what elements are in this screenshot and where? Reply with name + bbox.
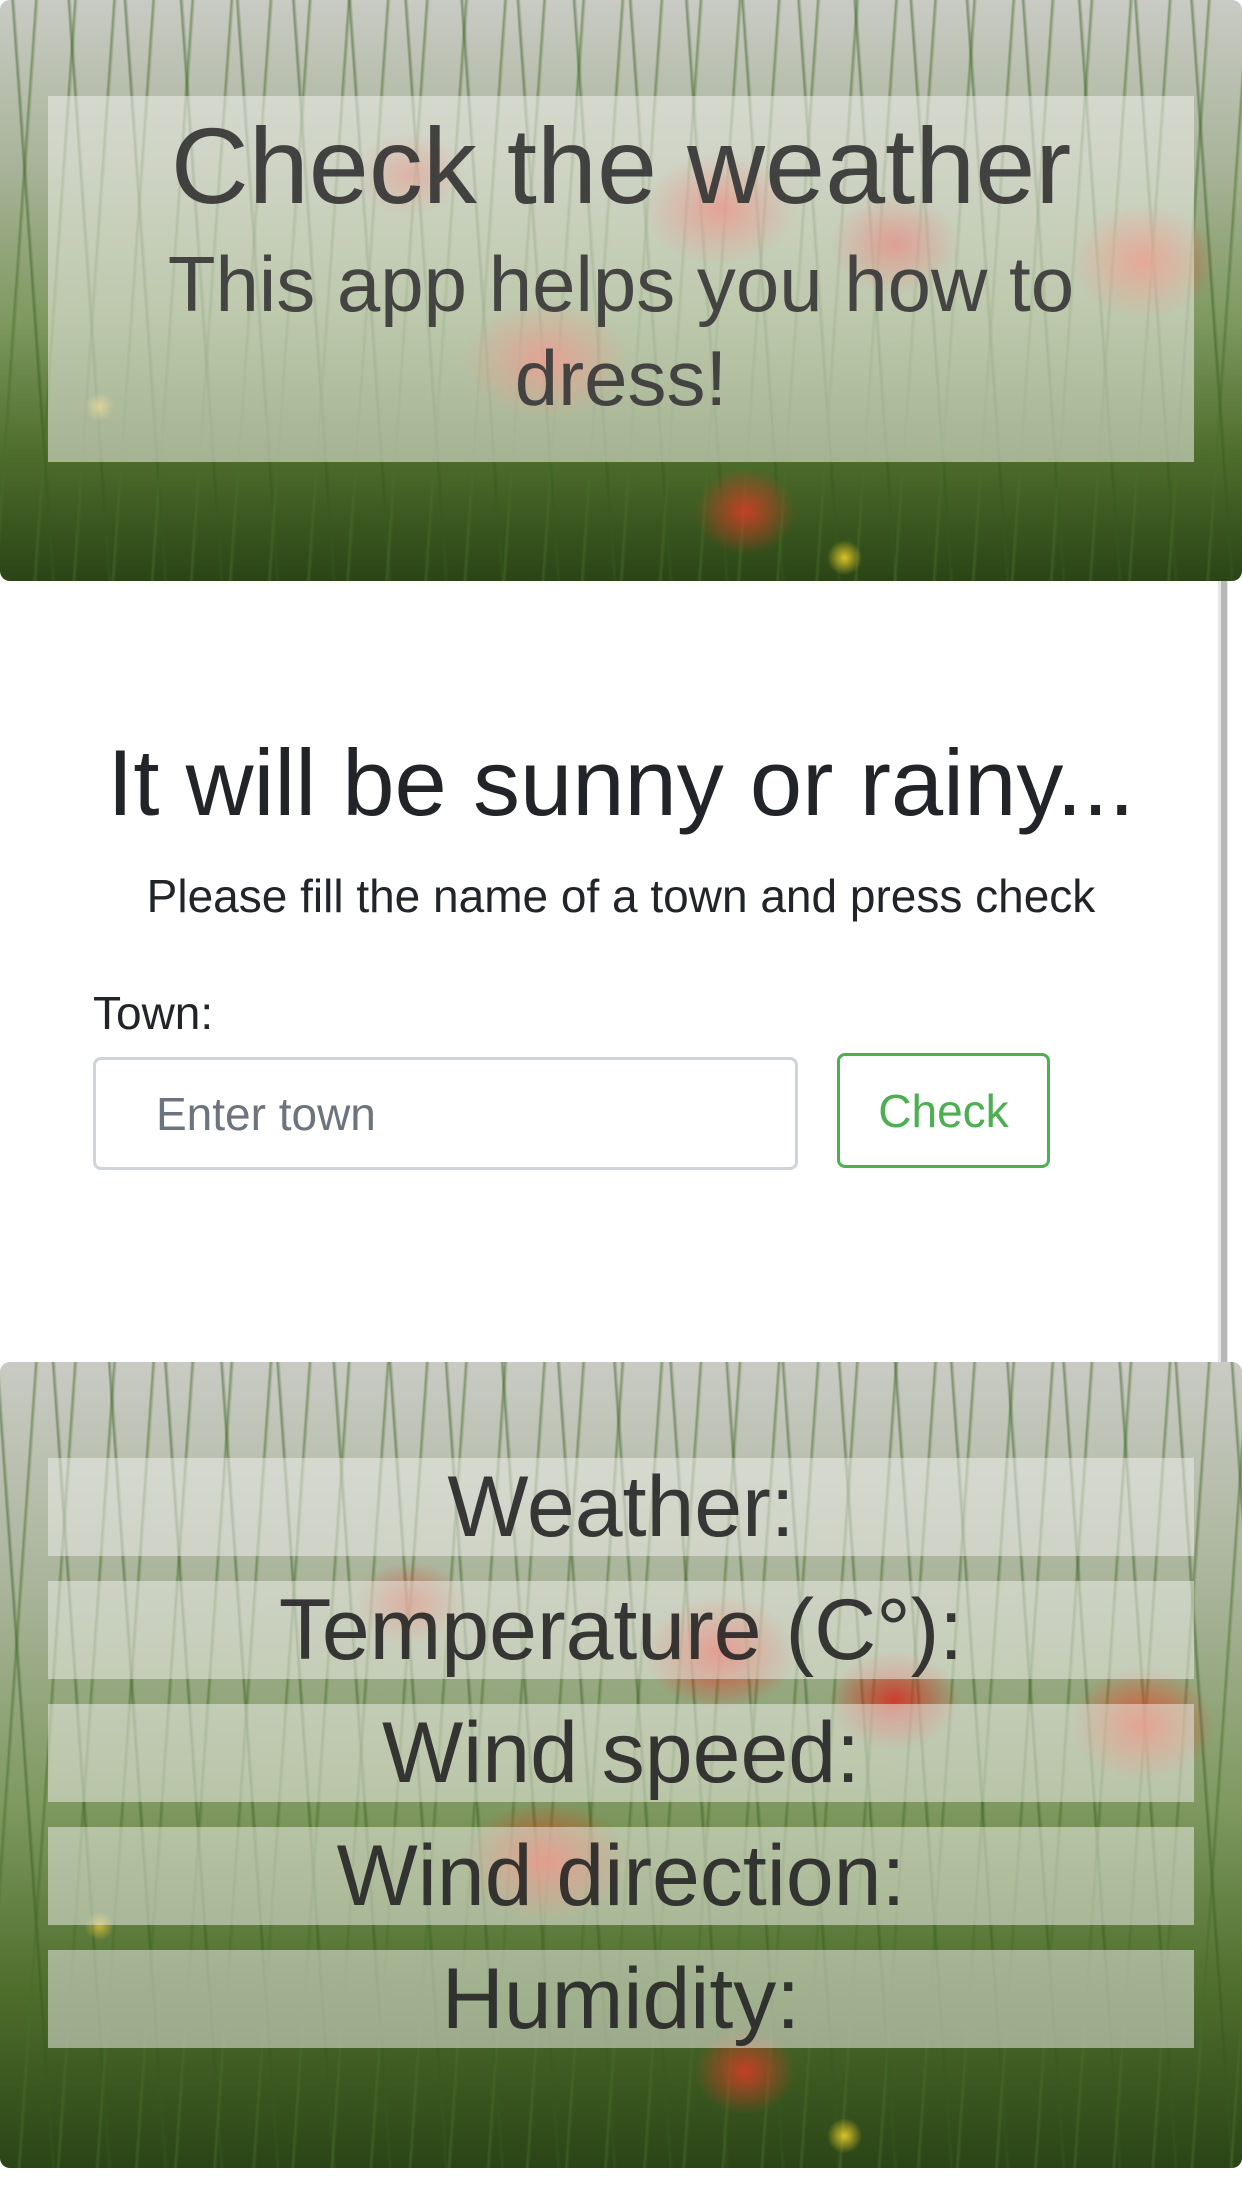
header-panel: Check the weather This app helps you how… [48, 96, 1194, 462]
weather-form-section: It will be sunny or rainy... Please fill… [0, 581, 1218, 1362]
wind-speed-result: Wind speed: [48, 1704, 1194, 1802]
form-heading: It will be sunny or rainy... [107, 730, 1135, 835]
wind-direction-result: Wind direction: [48, 1827, 1194, 1925]
form-instructions: Please fill the name of a town and press… [146, 870, 1096, 922]
town-label: Town: [93, 987, 214, 1039]
temperature-result: Temperature (C°): [48, 1581, 1194, 1679]
page-subtitle: This app helps you how to dress! [167, 240, 1075, 422]
header-hero: Check the weather This app helps you how… [0, 0, 1242, 581]
results-panel: Weather: Temperature (C°): Wind speed: W… [0, 1362, 1242, 2168]
humidity-result: Humidity: [48, 1950, 1194, 2048]
town-input[interactable] [93, 1057, 798, 1170]
weather-result: Weather: [48, 1458, 1194, 1556]
check-button[interactable]: Check [837, 1053, 1050, 1168]
page-title: Check the weather [170, 105, 1072, 226]
